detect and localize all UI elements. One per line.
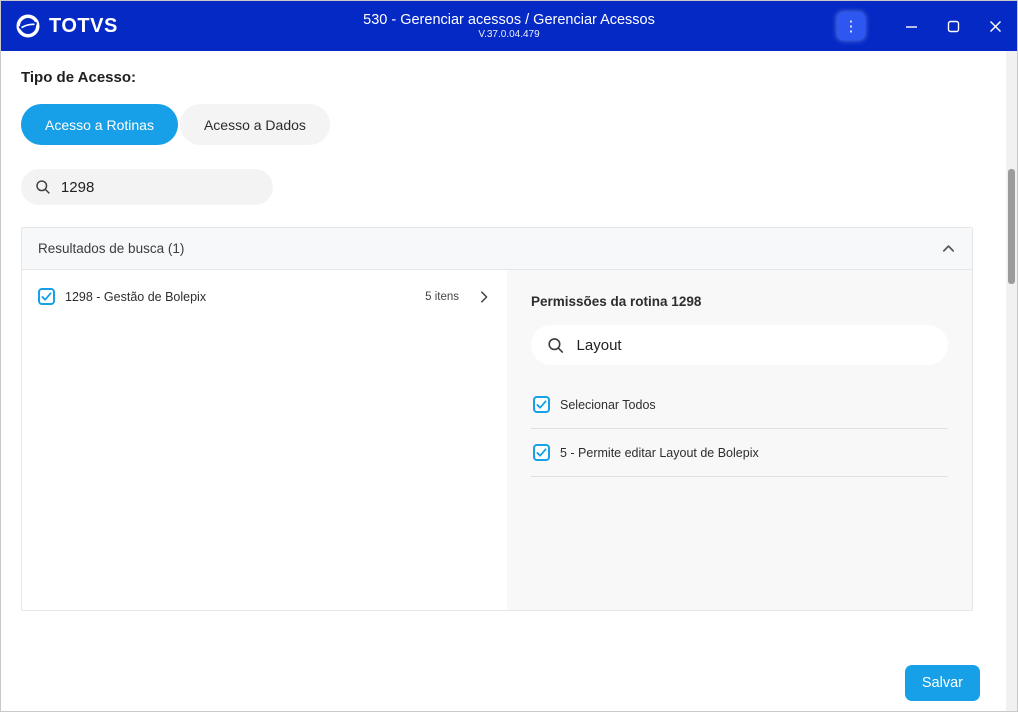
access-type-tabs: Acesso a Rotinas Acesso a Dados [21, 104, 997, 145]
chevron-up-icon [942, 245, 955, 252]
vertical-scrollbar-thumb[interactable] [1008, 169, 1015, 284]
search-icon [548, 337, 564, 353]
tab-acesso-rotinas[interactable]: Acesso a Rotinas [21, 104, 178, 145]
search-icon [36, 180, 50, 194]
kebab-menu-icon: ⋮ [843, 17, 859, 35]
results-panel-body: 1298 - Gestão de Bolepix 5 itens Permiss… [22, 270, 972, 610]
permissions-title: Permissões da rotina 1298 [531, 294, 702, 309]
close-icon [989, 20, 1001, 32]
totvs-logo: TOTVS [15, 1, 118, 51]
results-panel-header[interactable]: Resultados de busca (1) [22, 228, 972, 270]
results-header-label: Resultados de busca (1) [38, 241, 185, 256]
permission-checkbox[interactable] [533, 444, 550, 461]
routine-item-count: 5 itens [425, 290, 459, 303]
window-title-group: 530 - Gerenciar acessos / Gerenciar Aces… [363, 11, 655, 42]
minimize-icon [905, 25, 917, 28]
select-all-label: Selecionar Todos [560, 397, 656, 412]
window-title: 530 - Gerenciar acessos / Gerenciar Aces… [363, 11, 655, 28]
close-button[interactable] [981, 12, 1009, 40]
save-button[interactable]: Salvar [904, 665, 980, 701]
kebab-menu-button[interactable]: ⋮ [837, 12, 865, 40]
select-all-row[interactable]: Selecionar Todos [531, 381, 948, 429]
routine-list-item[interactable]: 1298 - Gestão de Bolepix 5 itens [22, 270, 507, 323]
totvs-logo-text: TOTVS [49, 14, 118, 37]
chevron-right-icon[interactable] [477, 290, 491, 304]
check-icon [536, 400, 547, 409]
permissions-search-input[interactable] [576, 336, 932, 354]
check-icon [536, 448, 547, 457]
permissions-panel: Permissões da rotina 1298 Selecionar To [507, 270, 972, 610]
check-icon [41, 292, 52, 301]
results-panel: Resultados de busca (1) 1298 - Gestão de… [21, 227, 973, 611]
vertical-scrollbar-track[interactable] [1006, 51, 1017, 711]
routine-search[interactable] [21, 169, 273, 205]
titlebar: TOTVS 530 - Gerenciar acessos / Gerencia… [1, 1, 1017, 51]
app-version: V.37.0.04.479 [478, 28, 540, 40]
select-all-checkbox[interactable] [533, 396, 550, 413]
permissions-search[interactable] [531, 325, 948, 365]
permission-label: 5 - Permite editar Layout de Bolepix [560, 445, 759, 460]
totvs-logo-icon [16, 14, 40, 38]
minimize-button[interactable] [897, 12, 925, 40]
routine-list: 1298 - Gestão de Bolepix 5 itens [22, 270, 507, 610]
tab-acesso-dados[interactable]: Acesso a Dados [179, 104, 330, 145]
routine-search-input[interactable] [60, 178, 259, 196]
routine-checkbox[interactable] [38, 288, 55, 305]
access-type-label: Tipo de Acesso: [21, 69, 137, 86]
main-content: Tipo de Acesso: Acesso a Rotinas Acesso … [1, 51, 1017, 713]
maximize-icon [947, 20, 959, 32]
collapse-results-button[interactable] [941, 241, 956, 256]
maximize-button[interactable] [939, 12, 967, 40]
routine-label: 1298 - Gestão de Bolepix [65, 289, 207, 304]
window-controls: ⋮ [837, 1, 1009, 51]
permission-row[interactable]: 5 - Permite editar Layout de Bolepix [531, 429, 948, 477]
